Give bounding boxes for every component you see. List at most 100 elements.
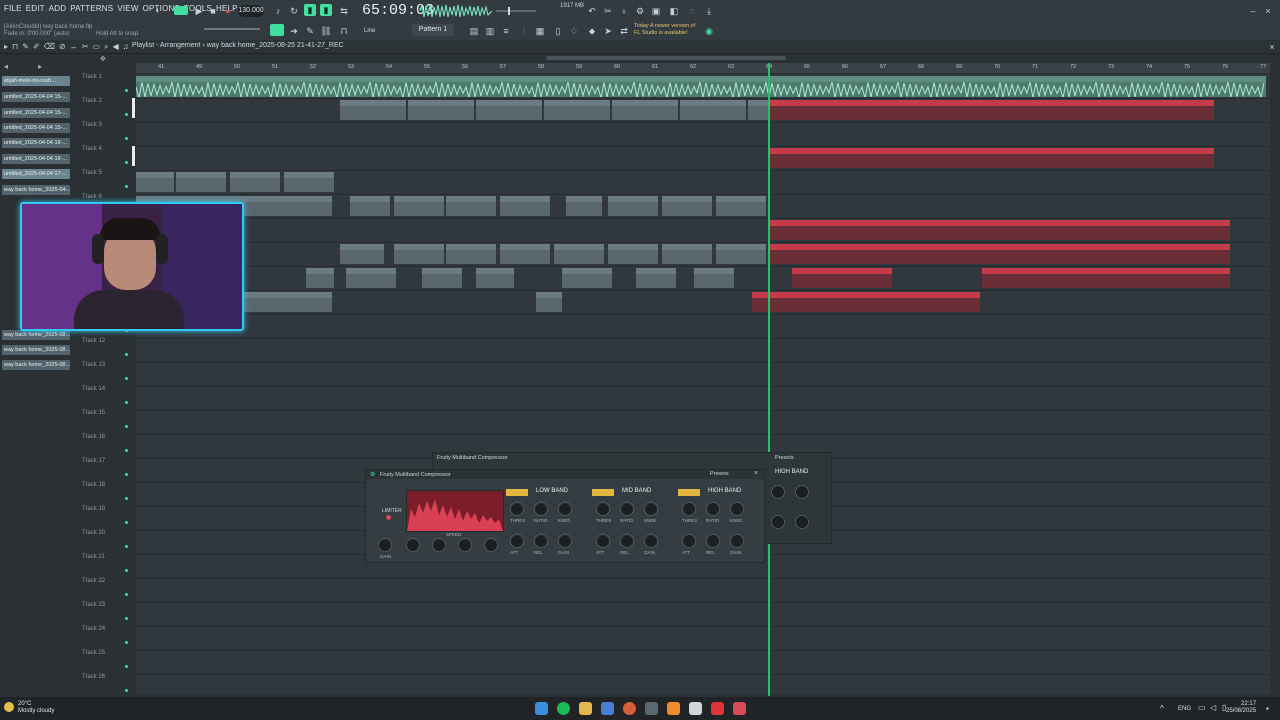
browser-item[interactable]: way back home_2025-04-... xyxy=(2,185,70,195)
play-icon[interactable]: ▶ xyxy=(193,5,205,17)
pattern-selector[interactable]: Pattern 1 xyxy=(412,24,454,36)
browser-item[interactable]: untitled_2025-04-04 17-... xyxy=(2,169,70,179)
audio-clip[interactable]: way bac...1-46_REC xyxy=(476,100,542,120)
spotify-icon[interactable] xyxy=(557,702,570,715)
audio-clip[interactable]: way ba...07_REC xyxy=(608,196,658,216)
zoom-tool-icon[interactable]: ⌕ xyxy=(104,42,108,52)
track-header[interactable]: Track 23 xyxy=(78,602,134,626)
track-header[interactable]: Track 21 xyxy=(78,554,134,578)
audio-clip-recording[interactable]: way back home_2025-08-25 21-41-27_REC xyxy=(982,268,1230,288)
presets-label[interactable]: Presets xyxy=(775,455,794,461)
chrome-icon[interactable] xyxy=(623,702,636,715)
audio-clip-recording[interactable]: way back home_2025-04-04 17-33-47_REC xyxy=(770,148,1214,168)
track-header[interactable]: Track 20 xyxy=(78,530,134,554)
compressor-knob[interactable] xyxy=(644,502,658,516)
snap-mode[interactable]: Line xyxy=(364,28,375,34)
audio-clip[interactable]: way bac...1-27_REC xyxy=(476,268,514,288)
audio-clip[interactable]: way b...2_REC xyxy=(176,172,226,192)
browser-item[interactable]: way back home_2025-08... xyxy=(2,330,70,340)
countdown-icon[interactable]: ▮ xyxy=(304,4,316,16)
track-header[interactable]: Track 12 xyxy=(78,338,134,362)
track-header[interactable]: Track 1 xyxy=(78,74,134,98)
track-mute-led[interactable] xyxy=(125,521,128,524)
track-mute-led[interactable] xyxy=(125,449,128,452)
audio-clip[interactable]: way bac...1-27_REC xyxy=(562,268,612,288)
band-solo-bypass-buttons[interactable] xyxy=(592,489,614,496)
audio-clip[interactable]: way bac...1-27_REC xyxy=(242,292,332,312)
track-header[interactable]: Track 24 xyxy=(78,626,134,650)
network-icon[interactable]: ▭ xyxy=(1198,703,1206,712)
compressor-knob[interactable] xyxy=(596,502,610,516)
track-mute-led[interactable] xyxy=(125,113,128,116)
cut-icon[interactable]: ✂ xyxy=(602,5,614,17)
compressor-knob[interactable] xyxy=(558,534,572,548)
browser-item[interactable]: elijah-melo-no-rush... xyxy=(2,76,70,86)
save-icon[interactable]: ▣ xyxy=(650,5,662,17)
track-mute-led[interactable] xyxy=(125,401,128,404)
audio-clip[interactable]: way ba...35_REC xyxy=(662,244,712,264)
playlist-arrangement[interactable]: elijah-melo-no-rush-master-mp3-stream wa… xyxy=(136,74,1270,699)
menu-view[interactable]: VIEW xyxy=(117,4,138,13)
compressor-knob[interactable] xyxy=(620,502,634,516)
track-header[interactable]: Track 18 xyxy=(78,482,134,506)
track-mute-led[interactable] xyxy=(125,473,128,476)
slip-tool-icon[interactable]: ↔ xyxy=(70,42,78,52)
track-header[interactable]: Track 4 xyxy=(78,146,134,170)
track-mute-led[interactable] xyxy=(125,545,128,548)
audio-clip[interactable]: way bac...1-27_REC xyxy=(694,268,734,288)
track-mute-led[interactable] xyxy=(125,137,128,140)
track-header[interactable]: Track 16 xyxy=(78,434,134,458)
plugin-gear-icon[interactable]: ⚙ xyxy=(370,471,375,478)
minimize-icon[interactable]: – xyxy=(1247,5,1259,17)
pencil-icon[interactable]: ✎ xyxy=(304,25,316,37)
piano-roll-icon[interactable]: ▤ xyxy=(468,25,480,37)
audio-clip-recording[interactable]: untitled_2025-04-04 17-07-54_REC xyxy=(770,100,1214,120)
track-mute-led[interactable] xyxy=(125,497,128,500)
audio-clip[interactable]: way bac...1-27_REC xyxy=(346,268,396,288)
compressor-knob[interactable] xyxy=(682,502,696,516)
audio-clip-recording[interactable]: way back home_2025-08-25 21-44-15_REC xyxy=(752,292,980,312)
audio-clip[interactable]: way b...2_REC xyxy=(230,172,280,192)
audio-clip[interactable]: way bac...1-27_REC xyxy=(422,268,462,288)
blend-notes-icon[interactable]: ⇆ xyxy=(338,5,350,17)
paint-tool-icon[interactable]: ✐ xyxy=(33,42,40,52)
track-mute-led[interactable] xyxy=(125,665,128,668)
audio-clip[interactable]: way ba...35_REC xyxy=(716,244,766,264)
slice-tool-icon[interactable]: ✂ xyxy=(82,42,89,52)
compressor-knob[interactable] xyxy=(644,534,658,548)
rel-knob[interactable] xyxy=(771,515,785,529)
track-header[interactable]: Track 25 xyxy=(78,650,134,674)
browser-item[interactable]: untitled_2025-04-04 16-... xyxy=(2,138,70,148)
zoom-icon[interactable]: ✥ xyxy=(100,55,106,63)
track-mute-led[interactable] xyxy=(125,185,128,188)
mic-icon[interactable]: ♁ xyxy=(618,5,630,17)
sync-icon[interactable]: ⇄ xyxy=(618,25,630,37)
compressor-knob[interactable] xyxy=(510,534,524,548)
browser-item[interactable]: way back home_2025-08... xyxy=(2,345,70,355)
gain-knob[interactable] xyxy=(795,515,809,529)
volume-icon[interactable]: ◁ xyxy=(1210,703,1216,712)
playhead[interactable] xyxy=(768,63,770,696)
horizontal-scrollbar[interactable] xyxy=(136,55,1270,61)
audio-clip[interactable]: way b...2_REC xyxy=(284,172,334,192)
update-notice[interactable]: Today A newer version of FL Studio is av… xyxy=(634,23,695,37)
compressor-knob[interactable] xyxy=(534,534,548,548)
audio-clip[interactable]: way ba...35_REC xyxy=(608,244,658,264)
fl-studio-icon[interactable] xyxy=(667,702,680,715)
browser-prev-icon[interactable]: ◂ xyxy=(4,62,8,71)
audio-clip-recording[interactable]: way back home_2025-08-25 21-22-35_REC xyxy=(770,244,1230,264)
stop-icon[interactable]: ■ xyxy=(207,5,219,17)
compressor-knob[interactable] xyxy=(510,502,524,516)
track-mute-led[interactable] xyxy=(125,89,128,92)
band-gain-knob[interactable] xyxy=(458,538,472,552)
band-solo-bypass-buttons[interactable] xyxy=(506,489,528,496)
track-header[interactable]: Track 5 xyxy=(78,170,134,194)
track-mute-led[interactable] xyxy=(125,425,128,428)
band-gain-knob[interactable] xyxy=(432,538,446,552)
link-icon[interactable]: ⛓ xyxy=(320,25,332,37)
select-tool-icon[interactable]: ▭ xyxy=(92,42,100,52)
menu-file[interactable]: FILE xyxy=(4,4,22,13)
app-icon[interactable] xyxy=(689,702,702,715)
notifications-icon[interactable]: ▪ xyxy=(1266,704,1269,713)
audio-clip[interactable]: way bac...1-46_REC xyxy=(340,100,406,120)
